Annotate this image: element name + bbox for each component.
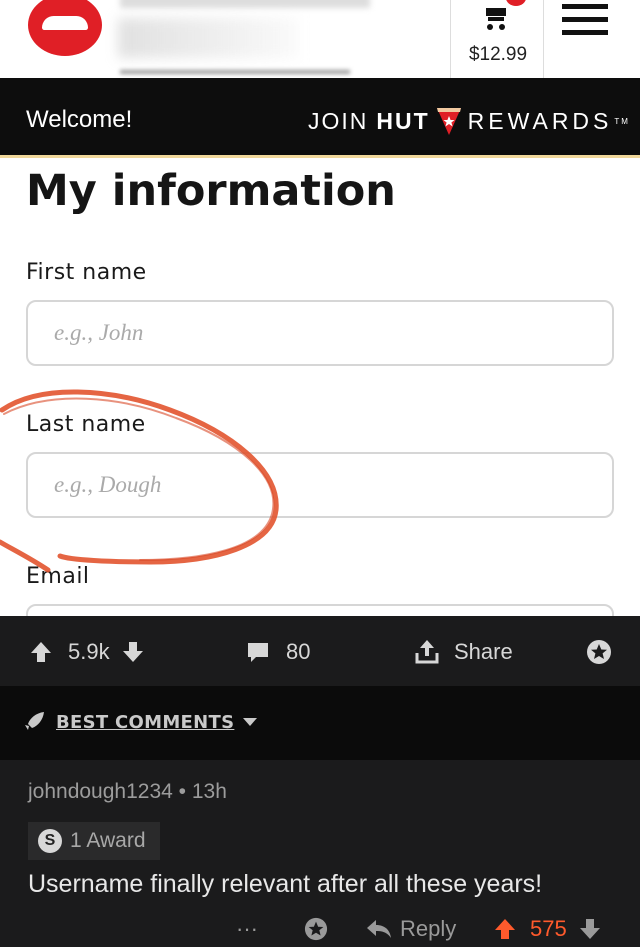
last-name-label: Last name: [26, 412, 146, 437]
more-options-icon: ···: [236, 916, 258, 941]
comment-age: 13h: [191, 780, 227, 803]
page-title: My information: [26, 166, 396, 216]
blurred-header-text: [120, 0, 370, 8]
upvote-icon[interactable]: [494, 918, 516, 940]
hamburger-menu-icon[interactable]: [562, 4, 608, 38]
post-action-bar: 5.9k 80 Share: [0, 616, 640, 686]
comment-score: 575: [530, 916, 567, 941]
last-name-field[interactable]: [26, 452, 614, 518]
comments-button[interactable]: 80: [246, 638, 310, 666]
award-icon: [587, 640, 611, 664]
comment-body: Username finally relevant after all thes…: [28, 870, 543, 898]
sort-label: BEST COMMENTS: [56, 711, 235, 733]
hut-text: HUT: [376, 107, 430, 134]
more-options-button[interactable]: ···: [236, 912, 258, 946]
trademark-mark: TM: [614, 116, 630, 126]
meta-separator: •: [178, 780, 187, 803]
rocket-icon: [25, 712, 44, 730]
first-name-field[interactable]: [26, 300, 614, 366]
upvote-icon[interactable]: [30, 641, 52, 663]
rewards-banner: Welcome! JOIN HUT REWARDS TM: [0, 78, 640, 158]
downvote-icon[interactable]: [579, 918, 601, 940]
comment-award-button[interactable]: [304, 912, 328, 946]
rewards-text: REWARDS: [467, 107, 613, 134]
comments-header: BEST COMMENTS: [0, 686, 640, 760]
first-name-label: First name: [26, 260, 147, 285]
cart-price: $12.99: [468, 44, 528, 65]
pizza-slice-icon: [436, 108, 461, 135]
vote-control: 5.9k: [30, 638, 144, 666]
reply-button[interactable]: Reply: [366, 912, 456, 946]
vote-count: 5.9k: [68, 639, 110, 664]
award-icon: [304, 917, 328, 941]
share-button[interactable]: Share: [414, 638, 513, 666]
site-header: $12.99: [0, 0, 640, 78]
email-field[interactable]: [26, 604, 614, 616]
my-information-form: My information First name Last name Emai…: [0, 158, 640, 616]
welcome-text: Welcome!: [26, 106, 133, 133]
join-hut-rewards-link[interactable]: JOIN HUT REWARDS TM: [308, 106, 630, 136]
comment-actions: ··· Reply 575: [0, 912, 640, 946]
red-annotation-circle: [0, 389, 279, 573]
comment-count: 80: [286, 639, 311, 664]
award-label: 1 Award: [70, 829, 146, 852]
cart-button[interactable]: $12.99: [450, 0, 544, 78]
comment-bubble-icon: [248, 643, 268, 662]
chevron-down-icon: [243, 718, 258, 726]
join-text: JOIN: [308, 107, 369, 134]
sort-dropdown[interactable]: BEST COMMENTS: [22, 710, 258, 734]
comment-meta: johndough1234 • 13h: [28, 780, 227, 804]
reply-label: Reply: [400, 916, 457, 941]
cart-icon: [486, 8, 506, 30]
email-label: Email: [26, 564, 90, 589]
award-badge[interactable]: S 1 Award: [28, 822, 160, 860]
blurred-address: [118, 18, 298, 58]
award-button[interactable]: [586, 638, 612, 666]
reply-arrow-icon: [367, 920, 391, 938]
comment-vote-control: 575: [494, 912, 601, 946]
pizza-hut-logo[interactable]: [28, 0, 102, 56]
comment-author[interactable]: johndough1234: [28, 780, 173, 803]
comment: johndough1234 • 13h S 1 Award Username f…: [0, 760, 640, 947]
silver-award-icon: S: [38, 829, 62, 853]
share-label: Share: [454, 639, 513, 664]
downvote-icon[interactable]: [122, 641, 144, 663]
share-icon: [415, 640, 439, 664]
blurred-underline: [120, 70, 350, 74]
